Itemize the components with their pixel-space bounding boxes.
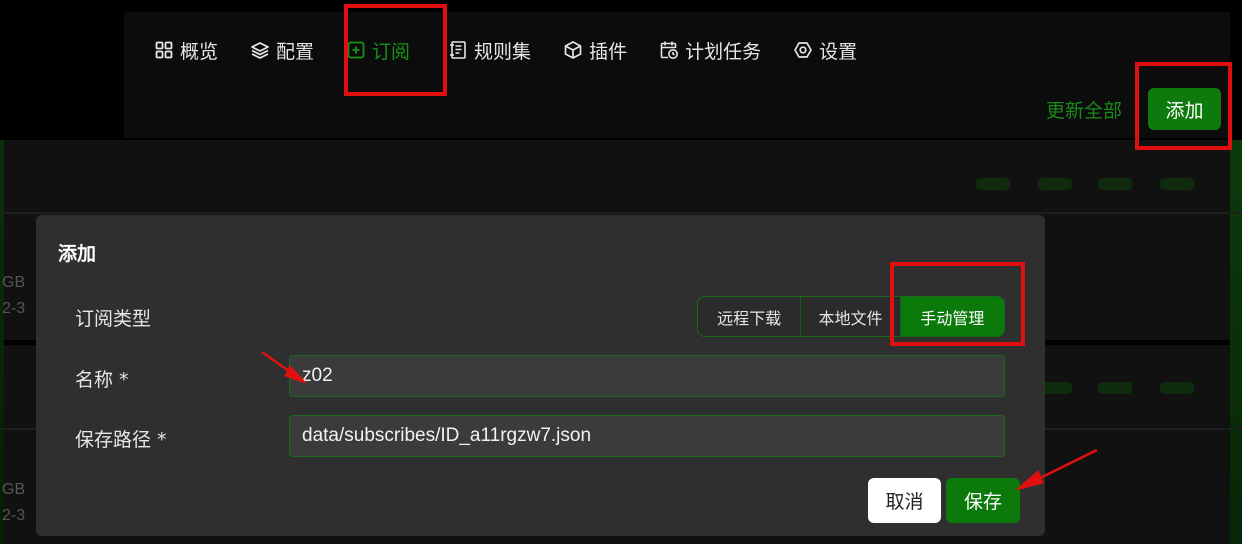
top-navigation-bar: 概览 配置 订阅 规则集 插件 计划任务 设置 更新全部 添加	[124, 12, 1230, 138]
nav-item-rulesets[interactable]: 规则集	[448, 12, 531, 88]
nav-item-label: 订阅	[372, 40, 411, 63]
nav-item-settings[interactable]: 设置	[793, 12, 857, 88]
background-text: GB	[2, 274, 26, 291]
type-option-local-file[interactable]: 本地文件	[801, 297, 901, 336]
background-badge	[1160, 178, 1194, 190]
background-divider	[0, 212, 1242, 214]
dialog-title: 添加	[58, 243, 97, 265]
name-input[interactable]	[289, 355, 1005, 397]
nav-item-label: 配置	[276, 40, 315, 63]
subscription-type-selector: 远程下载 本地文件 手动管理	[697, 296, 1005, 337]
scroll-icon	[450, 41, 466, 59]
nav-item-label: 设置	[819, 40, 858, 63]
background-text: 2-3	[2, 300, 26, 317]
calendar-clock-icon	[660, 41, 679, 59]
background-text: GB	[2, 481, 26, 498]
settings-icon	[794, 42, 812, 58]
background-badge	[1038, 178, 1072, 190]
nav-item-scheduled-tasks[interactable]: 计划任务	[659, 12, 761, 88]
nav-item-label: 插件	[589, 40, 628, 63]
cancel-button[interactable]: 取消	[868, 478, 941, 523]
add-subscription-button[interactable]: 添加	[1148, 88, 1221, 130]
nav-item-subscriptions[interactable]: 订阅	[346, 12, 410, 88]
subscription-type-label: 订阅类型	[75, 308, 152, 330]
nav-item-label: 计划任务	[685, 40, 762, 63]
background-badge	[1098, 178, 1132, 190]
main-nav: 概览 配置 订阅 规则集 插件 计划任务 设置	[124, 12, 889, 88]
nav-item-profiles[interactable]: 配置	[250, 12, 314, 88]
cube-icon	[564, 41, 582, 59]
background-text: 2-3	[2, 507, 26, 524]
add-square-icon	[347, 41, 365, 59]
dashboard-icon	[155, 41, 173, 59]
save-path-label: 保存路径 *	[75, 429, 167, 451]
name-label: 名称 *	[75, 369, 129, 391]
background-accent	[1230, 140, 1242, 544]
update-all-link[interactable]: 更新全部	[1046, 96, 1122, 123]
background-badge	[976, 178, 1010, 190]
background-badge	[1160, 382, 1194, 394]
type-option-remote-download[interactable]: 远程下载	[698, 297, 802, 336]
layers-icon	[251, 42, 269, 59]
nav-item-label: 概览	[180, 40, 219, 63]
nav-item-overview[interactable]: 概览	[154, 12, 218, 88]
save-path-input[interactable]	[289, 415, 1005, 457]
add-subscription-dialog: 添加 订阅类型 远程下载 本地文件 手动管理 名称 * 保存路径 * 取消 保存	[36, 215, 1045, 536]
nav-item-plugins[interactable]: 插件	[563, 12, 627, 88]
nav-item-label: 规则集	[474, 40, 532, 63]
save-button[interactable]: 保存	[946, 478, 1020, 523]
background-badge	[1098, 382, 1132, 394]
type-option-manual[interactable]: 手动管理	[900, 297, 1004, 336]
